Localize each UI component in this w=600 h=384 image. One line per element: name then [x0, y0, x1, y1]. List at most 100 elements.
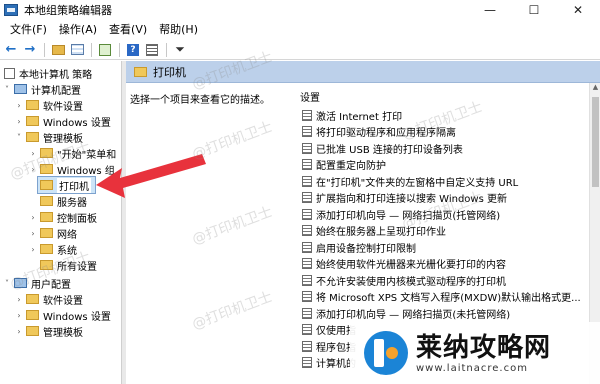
- tree-item-label: 用户配置: [31, 279, 71, 291]
- forward-icon[interactable]: →: [21, 41, 39, 59]
- tree-item-software-settings[interactable]: › 软件设置: [14, 97, 83, 113]
- toolbar-separator: [91, 42, 92, 57]
- tree-item-label: 系统: [57, 245, 77, 257]
- chevron-right-icon[interactable]: ›: [28, 149, 38, 158]
- setting-label: 启用设备控制打印限制: [316, 243, 416, 255]
- tree-item-user-admin-templates[interactable]: › 管理模板: [14, 323, 83, 339]
- list-item[interactable]: 将 Microsoft XPS 文档写入程序(MXDW)默认输出格式更...: [300, 289, 590, 306]
- minimize-button[interactable]: —: [468, 0, 512, 20]
- list-item[interactable]: 添加打印机向导 — 网络扫描页(未托管网络): [300, 305, 590, 322]
- tree-item-label: 网络: [57, 229, 77, 241]
- chevron-down-icon[interactable]: ˅: [2, 85, 12, 94]
- logo-url: www.laitnacre.com: [416, 362, 528, 374]
- chevron-right-icon[interactable]: ›: [28, 245, 38, 254]
- folder-icon: [26, 294, 39, 304]
- help-icon[interactable]: ?: [124, 41, 142, 59]
- menu-action[interactable]: 操作(A): [53, 20, 103, 40]
- tree-item-label: 所有设置: [57, 261, 97, 273]
- tree-item-system[interactable]: › 系统: [28, 241, 77, 257]
- chevron-down-icon[interactable]: ˅: [2, 279, 12, 288]
- list-item[interactable]: 添加打印机向导 — 网络扫描页(托管网络): [300, 206, 590, 223]
- chevron-right-icon[interactable]: ›: [14, 117, 24, 126]
- tree-item-all-settings[interactable]: 所有设置: [38, 257, 97, 273]
- title-bar: 本地组策略编辑器 — ☐ ✕: [0, 0, 600, 20]
- tree-item-label: 计算机配置: [31, 85, 81, 97]
- tree-item-user-config[interactable]: ˅ 用户配置: [2, 275, 71, 291]
- setting-icon: [302, 258, 312, 270]
- setting-label: 将 Microsoft XPS 文档写入程序(MXDW)默认输出格式更...: [316, 293, 581, 305]
- setting-icon: [302, 159, 312, 171]
- tree-item-label: 控制面板: [57, 213, 97, 225]
- menu-view[interactable]: 查看(V): [103, 20, 153, 40]
- column-header-setting[interactable]: 设置: [300, 89, 320, 104]
- list-item[interactable]: 已批准 USB 连接的打印设备列表: [300, 140, 590, 157]
- chevron-right-icon[interactable]: ›: [28, 229, 38, 238]
- chevron-right-icon[interactable]: ›: [28, 213, 38, 222]
- folder-up-icon[interactable]: [49, 41, 67, 59]
- user-config-icon: [14, 278, 27, 288]
- close-button[interactable]: ✕: [556, 0, 600, 20]
- tree-item-computer-config[interactable]: ˅ 计算机配置: [2, 81, 81, 97]
- setting-icon: [302, 142, 312, 154]
- details-header: 打印机: [126, 61, 600, 83]
- chevron-right-icon[interactable]: ›: [14, 101, 24, 110]
- list-item[interactable]: 启用设备控制打印限制: [300, 239, 590, 256]
- tree-item-network[interactable]: › 网络: [28, 225, 77, 241]
- site-logo: 莱纳攻略网 www.laitnacre.com: [350, 322, 600, 384]
- policy-icon: [4, 67, 15, 79]
- logo-title: 莱纳攻略网: [416, 332, 552, 363]
- tree-item-admin-templates[interactable]: ˅ 管理模板: [14, 129, 83, 145]
- scroll-up-icon[interactable]: ▲: [590, 83, 600, 94]
- folder-icon: [134, 66, 147, 77]
- tree-item-local-policy[interactable]: 本地计算机 策略: [2, 65, 92, 81]
- list-item[interactable]: 激活 Internet 打印: [300, 107, 590, 124]
- window-title: 本地组策略编辑器: [24, 4, 112, 17]
- folder-icon: [40, 180, 53, 190]
- tree-item-user-software-settings[interactable]: › 软件设置: [14, 291, 83, 307]
- chevron-right-icon[interactable]: ›: [14, 295, 24, 304]
- tree-item-control-panel[interactable]: › 控制面板: [28, 209, 97, 225]
- tree-item-label: 管理模板: [43, 327, 83, 339]
- setting-icon: [302, 192, 312, 204]
- setting-icon: [302, 208, 312, 220]
- setting-label: 不允许安装使用内核模式驱动程序的打印机: [316, 276, 506, 288]
- list-item[interactable]: 在"打印机"文件夹的左窗格中自定义支持 URL: [300, 173, 590, 190]
- tree-item-label: Windows 设置: [43, 117, 111, 129]
- list-item[interactable]: 始终使用软件光栅器来光栅化要打印的内容: [300, 256, 590, 273]
- chevron-right-icon[interactable]: ›: [28, 165, 38, 174]
- folder-icon: [40, 148, 53, 158]
- list-item[interactable]: 将打印驱动程序和应用程序隔离: [300, 124, 590, 141]
- folder-icon: [26, 100, 39, 110]
- list-item[interactable]: 配置重定向防护: [300, 157, 590, 174]
- list-item[interactable]: 始终在服务器上呈现打印作业: [300, 223, 590, 240]
- properties-icon[interactable]: [143, 41, 161, 59]
- export-icon[interactable]: [96, 41, 114, 59]
- scrollbar-thumb[interactable]: [592, 97, 599, 187]
- tree-item-windows-settings[interactable]: › Windows 设置: [14, 113, 111, 129]
- folder-icon: [40, 196, 53, 206]
- filter-icon[interactable]: ⏷: [171, 41, 189, 59]
- folder-icon: [40, 228, 53, 238]
- tree-item-user-windows-settings[interactable]: › Windows 设置: [14, 307, 111, 323]
- show-tree-icon[interactable]: [68, 41, 86, 59]
- toolbar-separator: [119, 42, 120, 57]
- folder-icon: [26, 326, 39, 336]
- chevron-down-icon[interactable]: ˅: [14, 133, 24, 142]
- tree-item-printers[interactable]: 打印机: [37, 176, 96, 194]
- menu-help[interactable]: 帮助(H): [153, 20, 204, 40]
- maximize-button[interactable]: ☐: [512, 0, 556, 20]
- menu-file[interactable]: 文件(F): [4, 20, 53, 40]
- toolbar: ← → ? ⏷: [0, 40, 600, 60]
- chevron-right-icon[interactable]: ›: [14, 311, 24, 320]
- setting-label: 已批准 USB 连接的打印设备列表: [316, 144, 463, 156]
- toolbar-separator: [166, 42, 167, 57]
- list-item[interactable]: 不允许安装使用内核模式驱动程序的打印机: [300, 272, 590, 289]
- tree-item-server[interactable]: 服务器: [38, 193, 87, 209]
- toolbar-separator: [44, 42, 45, 57]
- setting-label: 添加打印机向导 — 网络扫描页(未托管网络): [316, 309, 511, 321]
- setting-icon: [302, 307, 312, 319]
- list-item[interactable]: 扩展指向和打印连接以搜索 Windows 更新: [300, 190, 590, 207]
- tree-item-label: 打印机: [57, 177, 91, 193]
- chevron-right-icon[interactable]: ›: [14, 327, 24, 336]
- back-icon[interactable]: ←: [2, 41, 20, 59]
